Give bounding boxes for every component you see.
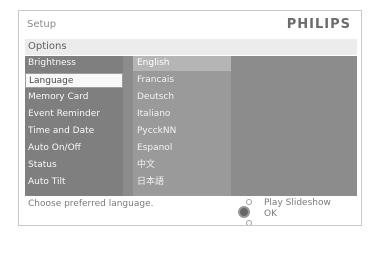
footer: Choose preferred language. Play Slidesho…	[25, 198, 357, 225]
language-option[interactable]: Francais	[133, 73, 231, 88]
language-option[interactable]: English	[133, 56, 231, 71]
menu-item-auto-tilt[interactable]: Auto Tilt	[25, 175, 123, 190]
language-option[interactable]: Espanol	[133, 141, 231, 156]
up-indicator-icon	[246, 199, 252, 205]
header: Setup PHILIPS	[19, 11, 361, 39]
menu-item-memory-card[interactable]: Memory Card	[25, 90, 123, 105]
navigation-control[interactable]: Play Slideshow OK	[230, 198, 350, 225]
hint-text: Choose preferred language.	[28, 199, 154, 209]
setup-screen: Setup PHILIPS Options Brightness Languag…	[18, 10, 362, 226]
menu-item-status[interactable]: Status	[25, 158, 123, 173]
ok-button-icon[interactable]	[238, 206, 250, 218]
options-label: Options	[28, 41, 67, 52]
brand-logo: PHILIPS	[286, 17, 351, 32]
menu-item-auto-on-off[interactable]: Auto On/Off	[25, 141, 123, 156]
menu-item-event-reminder[interactable]: Event Reminder	[25, 107, 123, 122]
language-option[interactable]: 日本語	[133, 175, 231, 190]
language-option[interactable]: Italiano	[133, 107, 231, 122]
menu-item-brightness[interactable]: Brightness	[25, 56, 123, 71]
ok-label: OK	[264, 209, 277, 219]
language-panel: English Francais Deutsch Italiano PycckN…	[123, 56, 357, 196]
language-list: English Francais Deutsch Italiano PycckN…	[133, 56, 231, 196]
language-option[interactable]: Deutsch	[133, 90, 231, 105]
settings-menu: Brightness Language Memory Card Event Re…	[25, 56, 123, 196]
play-slideshow-label: Play Slideshow	[264, 198, 331, 208]
menu-item-language[interactable]: Language	[25, 73, 123, 88]
language-option[interactable]: 中文	[133, 158, 231, 173]
page-title: Setup	[27, 19, 57, 30]
language-option[interactable]: PycckNN	[133, 124, 231, 139]
menu-item-time-and-date[interactable]: Time and Date	[25, 124, 123, 139]
options-bar: Options	[25, 39, 357, 55]
down-indicator-icon	[246, 220, 252, 225]
